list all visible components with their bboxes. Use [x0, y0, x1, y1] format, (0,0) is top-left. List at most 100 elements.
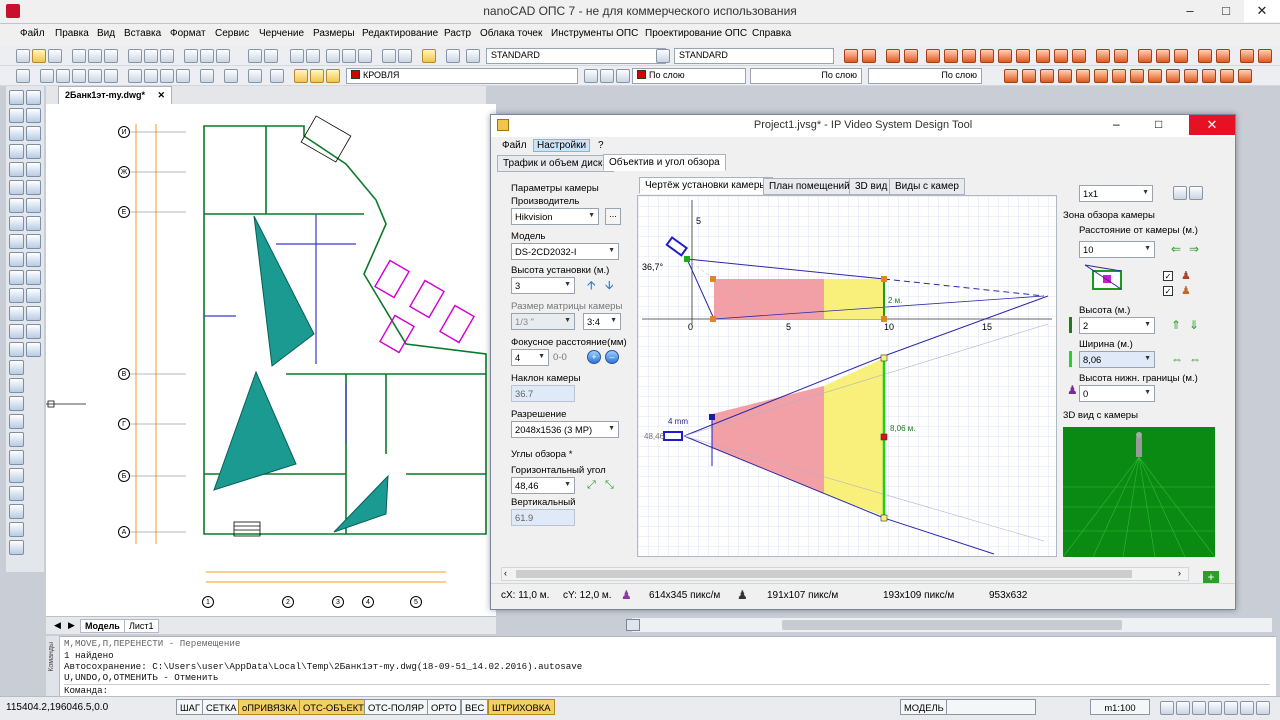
space-toggle[interactable]: МОДЕЛЬ [900, 699, 948, 715]
menu-ops-design[interactable]: Проектирование ОПС [645, 28, 747, 39]
layer-lock-icon[interactable] [160, 69, 174, 83]
ops-row2-8-icon[interactable] [1130, 69, 1144, 83]
drawing-canvas[interactable]: И Ж Е В Г Б А 1 2 3 4 5 [46, 104, 496, 616]
collapse-icon[interactable]: ⤡ [605, 479, 614, 491]
scroll-right-icon[interactable]: › [1178, 568, 1181, 578]
shrink-width-icon[interactable]: ⇔ [1189, 353, 1201, 365]
toggle-polar[interactable]: ОТС-ПОЛЯР [364, 699, 429, 715]
field-tool-icon[interactable] [9, 522, 24, 537]
menu-raster[interactable]: Растр [444, 28, 471, 39]
lineweight-select[interactable]: По слою [868, 68, 982, 84]
layer-iso-icon[interactable] [88, 69, 102, 83]
explode-tool-icon[interactable] [26, 324, 41, 339]
ops-tool-13-icon[interactable] [1072, 49, 1086, 63]
zoom-in-view-icon[interactable] [1173, 186, 1187, 200]
rotate-tool-icon[interactable] [26, 180, 41, 195]
design-center-icon[interactable] [398, 49, 412, 63]
ops-tool-14-icon[interactable] [1096, 49, 1110, 63]
status-tool-1-icon[interactable] [1160, 701, 1174, 715]
menu-service[interactable]: Сервис [215, 28, 249, 39]
ops-row2-7-icon[interactable] [1112, 69, 1126, 83]
no-select-icon[interactable] [72, 69, 86, 83]
leader-tool-icon[interactable] [9, 378, 24, 393]
zone-width-select[interactable]: 8,06 ▼ [1079, 351, 1155, 368]
menu-modify[interactable]: Редактирование [362, 28, 438, 39]
arc-tool-icon[interactable] [9, 162, 24, 177]
tab-3d-view[interactable]: 3D вид [849, 178, 894, 195]
scroll-left-icon[interactable]: ‹ [504, 568, 507, 578]
menu-view[interactable]: Вид [97, 28, 115, 39]
sensor-select[interactable]: 1/3 " ▼ [511, 313, 575, 330]
tab-camera-views[interactable]: Виды с камер [889, 178, 965, 195]
lower-bound-select[interactable]: 0 ▼ [1079, 385, 1155, 402]
tab-traffic[interactable]: Трафик и объем диска [497, 155, 614, 172]
properties-icon[interactable] [382, 49, 396, 63]
ops-row2-6-icon[interactable] [1094, 69, 1108, 83]
ops-tool-2-icon[interactable] [862, 49, 876, 63]
dim-style-select[interactable]: STANDARD [674, 48, 834, 64]
point-tool-icon[interactable] [9, 252, 24, 267]
layout-icon[interactable] [626, 619, 640, 631]
ops-tool-4-icon[interactable] [904, 49, 918, 63]
viewport-scale[interactable]: m1:100 [1090, 699, 1150, 715]
dimension-tool-icon[interactable] [9, 360, 24, 375]
arrow-left-icon[interactable]: ⇐ [1171, 243, 1181, 255]
preview-icon[interactable] [88, 49, 102, 63]
zoom-icon[interactable] [306, 49, 320, 63]
sun-icon[interactable] [310, 69, 324, 83]
bulb-icon[interactable] [294, 69, 308, 83]
region-tool-icon[interactable] [9, 288, 24, 303]
ops-row2-1-icon[interactable] [1004, 69, 1018, 83]
text-style-select[interactable]: STANDARD [486, 48, 666, 64]
stretch-tool-icon[interactable] [26, 216, 41, 231]
ops-tool-19-icon[interactable] [1198, 49, 1212, 63]
line-tool-icon[interactable] [9, 90, 24, 105]
pencil-icon[interactable] [422, 49, 436, 63]
ops-row2-2-icon[interactable] [1022, 69, 1036, 83]
install-drawing-canvas[interactable]: 36,7° 5 0 5 10 15 2 м. 8,06 м. 4 mm 48,4… [637, 195, 1057, 557]
ops-row2-3-icon[interactable] [1040, 69, 1054, 83]
help-icon[interactable] [446, 49, 460, 63]
ops-tool-7-icon[interactable] [962, 49, 976, 63]
zoom-extents-icon[interactable] [342, 49, 356, 63]
layer-select[interactable]: КРОВЛЯ [346, 68, 578, 84]
aspect-select[interactable]: 3:4 ▼ [583, 313, 621, 330]
donut-tool-icon[interactable] [9, 468, 24, 483]
status-tool-7-icon[interactable] [1256, 701, 1270, 715]
ops-tool-1-icon[interactable] [844, 49, 858, 63]
ops-tool-11-icon[interactable] [1036, 49, 1050, 63]
model-select[interactable]: DS-2CD2032-I ▼ [511, 243, 619, 260]
ops-tool-5-icon[interactable] [926, 49, 940, 63]
xline-tool-icon[interactable] [9, 432, 24, 447]
layout-select[interactable]: 1x1 ▼ [1079, 185, 1153, 202]
copy-tool-icon[interactable] [26, 108, 41, 123]
show-man-checkbox[interactable]: ✓ [1163, 271, 1173, 281]
ops-row2-11-icon[interactable] [1184, 69, 1198, 83]
move-tool-icon[interactable] [26, 90, 41, 105]
match-properties-icon[interactable] [184, 49, 198, 63]
zoom-previous-icon[interactable] [358, 49, 372, 63]
block-icon[interactable] [200, 49, 214, 63]
ops-tool-20-icon[interactable] [1216, 49, 1230, 63]
ops-tool-21-icon[interactable] [1240, 49, 1254, 63]
ops-tool-12-icon[interactable] [1054, 49, 1068, 63]
ops-tool-17-icon[interactable] [1156, 49, 1170, 63]
menu-help[interactable]: Справка [752, 28, 791, 39]
copy-icon[interactable] [144, 49, 158, 63]
extend-tool-icon[interactable] [26, 252, 41, 267]
arrow-down-icon[interactable]: 🡫 [605, 279, 614, 291]
ellipse-tool-icon[interactable] [9, 216, 24, 231]
minimize-icon[interactable]: – [1172, 0, 1208, 22]
menu-edit[interactable]: Правка [55, 28, 89, 39]
ops-row2-4-icon[interactable] [1058, 69, 1072, 83]
print-icon[interactable] [72, 49, 86, 63]
pan-icon[interactable] [290, 49, 304, 63]
ray-tool-icon[interactable] [9, 450, 24, 465]
dialog-minimize-icon[interactable]: – [1113, 117, 1120, 131]
menu-file[interactable]: Файл [20, 28, 45, 39]
camera-3d-view[interactable] [1062, 427, 1216, 558]
tab-scroll-right-icon[interactable]: ▶ [68, 620, 75, 631]
layer-off-icon[interactable] [128, 69, 142, 83]
command-console[interactable]: M,MOVE,П,ПЕРЕНЕСТИ - Перемещение 1 найде… [46, 636, 1276, 696]
layers-manager-icon[interactable] [270, 69, 284, 83]
